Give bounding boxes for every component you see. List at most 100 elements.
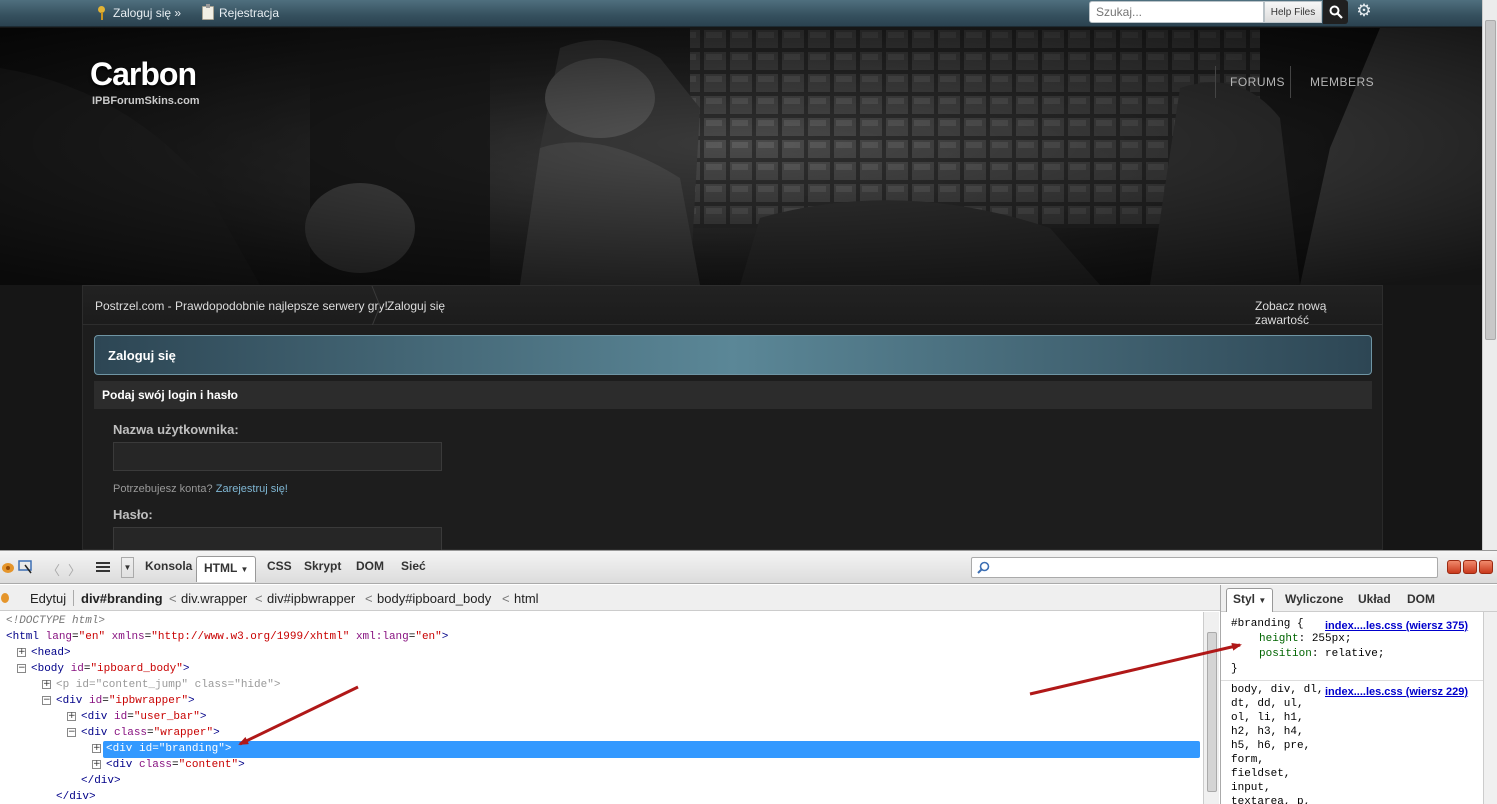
tree-node-content-jump[interactable]: <p id="content_jump" class="hide"> (56, 677, 280, 693)
key-icon (96, 6, 108, 20)
tree-node-ipbwrapper[interactable]: <div id="ipbwrapper"> (56, 693, 195, 709)
tab-layout[interactable]: Układ (1358, 592, 1391, 606)
selected-tree-row[interactable] (103, 741, 1200, 758)
breadcrumb-separator-icon (371, 286, 381, 326)
crumb-ipbwrapper[interactable]: div#ipbwrapper (267, 591, 355, 606)
tree-doctype: <!DOCTYPE html> (6, 615, 106, 627)
search-icon (1329, 5, 1343, 19)
tab-network[interactable]: Sieć (401, 559, 426, 573)
css-property-height[interactable]: height: 255px; (1231, 632, 1351, 646)
close-icon[interactable] (1479, 560, 1493, 574)
breadcrumb-current: Zaloguj się (387, 299, 446, 313)
view-new-content-link[interactable]: Zobacz nową zawartość (1255, 299, 1382, 327)
css-selector-line: body, div, dl, (1231, 684, 1324, 696)
expand-toggle-icon[interactable]: + (67, 712, 76, 721)
expand-toggle-icon[interactable]: + (17, 648, 26, 657)
search-button[interactable] (1323, 0, 1348, 24)
collapse-toggle-icon[interactable]: − (67, 728, 76, 737)
expand-toggle-icon[interactable]: + (92, 744, 101, 753)
collapse-toggle-icon[interactable]: − (42, 696, 51, 705)
forward-icon[interactable]: 〉 (68, 560, 81, 579)
login-link[interactable]: Zaloguj się » (96, 6, 181, 20)
search-scope-help-files[interactable]: Help Files (1264, 1, 1322, 23)
firebug-toolbar: 〈 〉 ▼ Konsola HTML ▼ CSS Skrypt DOM Sieć (0, 551, 1497, 584)
search-box (1089, 1, 1264, 23)
username-label: Nazwa użytkownika: (113, 422, 239, 437)
expand-toggle-icon[interactable]: + (42, 680, 51, 689)
page-title: Zaloguj się (108, 348, 176, 363)
page-scrollbar[interactable] (1482, 0, 1497, 550)
chevron-down-icon: ▼ (240, 565, 249, 574)
tree-node-head[interactable]: <head> (31, 645, 71, 661)
tab-console[interactable]: Konsola (145, 559, 192, 573)
html-tree-scrollbar-thumb[interactable] (1207, 632, 1217, 792)
css-prop-value: relative; (1325, 648, 1385, 660)
crumb-html[interactable]: html (514, 591, 539, 606)
firebug-small-icon (1, 593, 9, 603)
crumb-separator: < (502, 591, 510, 606)
tree-node-html[interactable]: <html lang="en" xmlns="http://www.w3.org… (6, 629, 448, 645)
html-tree-scrollbar[interactable] (1203, 612, 1219, 804)
css-property-position[interactable]: position: relative; (1231, 647, 1384, 661)
nav-divider (1215, 66, 1216, 98)
tree-node-branding[interactable]: <div id="branding"> (106, 741, 231, 757)
firebug-icon[interactable] (0, 560, 16, 574)
panel-menu-dropdown[interactable]: ▼ (121, 557, 134, 578)
need-account-label: Potrzebujesz konta? (113, 483, 213, 495)
css-selector-line: h2, h3, h4, (1231, 726, 1304, 738)
tab-script[interactable]: Skrypt (304, 559, 341, 573)
style-side-panel: Styl ▼ Wyliczone Układ DOM #branding { i… (1220, 585, 1497, 804)
expand-toggle-icon[interactable]: + (92, 760, 101, 769)
rule-divider (1221, 680, 1483, 681)
login-header: Zaloguj się (94, 335, 1372, 375)
firebug-panel: 〈 〉 ▼ Konsola HTML ▼ CSS Skrypt DOM Sieć… (0, 550, 1497, 804)
menu-list-icon[interactable] (95, 560, 111, 574)
register-link-inline[interactable]: Zarejestruj się! (216, 483, 288, 495)
username-field[interactable] (113, 442, 442, 471)
tree-node-user-bar[interactable]: <div id="user_bar"> (81, 709, 206, 725)
nav-tab-forums[interactable]: FORUMS (1230, 75, 1285, 89)
gear-icon[interactable]: ⚙ (1355, 2, 1373, 20)
crumb-wrapper[interactable]: div.wrapper (181, 591, 247, 606)
login-link-label: Zaloguj się » (113, 6, 182, 20)
html-tree: <!DOCTYPE html> <html lang="en" xmlns="h… (0, 612, 1203, 804)
minimize-icon[interactable] (1447, 560, 1461, 574)
inspect-icon[interactable] (18, 560, 34, 574)
edit-button[interactable]: Edytuj (30, 591, 66, 606)
register-link[interactable]: Rejestracja (202, 4, 279, 20)
site-logo[interactable]: Carbon (90, 56, 197, 93)
css-prop-name: height (1259, 633, 1299, 645)
search-input[interactable] (1090, 2, 1263, 22)
crumb-separator: < (169, 591, 177, 606)
back-icon[interactable]: 〈 (47, 560, 60, 579)
css-selector-branding: #branding { (1231, 618, 1304, 630)
tab-style[interactable]: Styl ▼ (1226, 588, 1274, 612)
css-source-link-229[interactable]: index....les.css (wiersz 229) (1325, 686, 1468, 698)
firebug-search-input[interactable] (971, 557, 1438, 578)
nav-divider (1290, 66, 1291, 98)
search-icon (977, 561, 990, 574)
breadcrumb-home[interactable]: Postrzel.com - Prawdopodobnie najlepsze … (95, 299, 388, 313)
css-selector-line: h5, h6, pre, (1231, 740, 1311, 752)
tab-dom[interactable]: DOM (356, 559, 384, 573)
tree-node-body[interactable]: <body id="ipboard_body"> (31, 661, 189, 677)
side-panel-tabs: Styl ▼ Wyliczone Układ DOM (1221, 585, 1497, 612)
tree-node-wrapper[interactable]: <div class="wrapper"> (81, 725, 220, 741)
css-source-link-375[interactable]: index....les.css (wiersz 375) (1325, 620, 1468, 632)
password-field[interactable] (113, 527, 442, 550)
side-panel-scrollbar[interactable] (1483, 612, 1497, 804)
collapse-toggle-icon[interactable]: − (17, 664, 26, 673)
banner-artwork (0, 28, 1482, 285)
tree-node-content[interactable]: <div class="content"> (106, 757, 245, 773)
crumb-body[interactable]: body#ipboard_body (377, 591, 491, 606)
nav-tab-members[interactable]: MEMBERS (1310, 75, 1374, 89)
tab-computed[interactable]: Wyliczone (1285, 592, 1343, 606)
detach-icon[interactable] (1463, 560, 1477, 574)
tab-side-dom[interactable]: DOM (1407, 592, 1435, 606)
css-selector-line: ol, li, h1, (1231, 712, 1304, 724)
tab-html[interactable]: HTML ▼ (196, 556, 257, 582)
crumb-branding[interactable]: div#branding (81, 591, 163, 606)
page-scrollbar-thumb[interactable] (1485, 20, 1496, 340)
tab-css[interactable]: CSS (267, 559, 292, 573)
site-logo-subtitle: IPBForumSkins.com (92, 95, 200, 107)
